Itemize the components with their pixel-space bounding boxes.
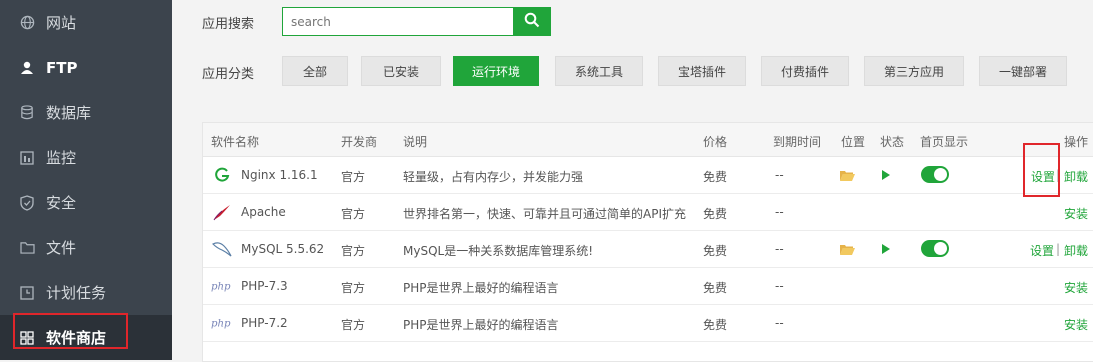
category-one-click-deploy[interactable]: 一键部署 bbox=[979, 56, 1067, 86]
sidebar-item-security[interactable]: 安全 bbox=[0, 180, 172, 225]
sidebar-item-label: 文件 bbox=[46, 239, 77, 257]
table-row: php PHP-7.2 官方 PHP是世界上最好的编程语言 免费 -- 安装 bbox=[203, 305, 1093, 342]
category-all[interactable]: 全部 bbox=[282, 56, 348, 86]
category-runtime[interactable]: 运行环境 bbox=[453, 56, 539, 86]
separator: | bbox=[1056, 242, 1061, 256]
sidebar-item-database[interactable]: 数据库 bbox=[0, 90, 172, 135]
table-row: php PHP-7.3 官方 PHP是世界上最好的编程语言 免费 -- 安装 bbox=[203, 268, 1093, 305]
software-description: PHP是世界上最好的编程语言 bbox=[403, 318, 559, 332]
php-icon: php bbox=[211, 276, 233, 296]
header-expire: 到期时间 bbox=[773, 135, 822, 149]
php-icon: php bbox=[211, 313, 233, 333]
category-installed[interactable]: 已安装 bbox=[361, 56, 441, 86]
search-input[interactable] bbox=[282, 7, 514, 36]
software-table: 软件名称 开发商 说明 价格 到期时间 位置 状态 首页显示 操作 Nginx … bbox=[202, 122, 1093, 362]
software-price: 免费 bbox=[703, 170, 728, 184]
software-price: 免费 bbox=[703, 318, 728, 332]
globe-icon bbox=[19, 15, 35, 31]
software-price: 免费 bbox=[703, 207, 728, 221]
software-description: MySQL是一种关系数据库管理系统! bbox=[403, 244, 594, 258]
svg-text:php: php bbox=[211, 281, 231, 292]
homepage-toggle[interactable] bbox=[921, 166, 949, 183]
software-name: MySQL 5.5.62 bbox=[241, 242, 325, 256]
software-name: PHP-7.2 bbox=[241, 316, 288, 330]
software-expire: -- bbox=[775, 205, 784, 219]
software-price: 免费 bbox=[703, 281, 728, 295]
sidebar-item-label: FTP bbox=[46, 58, 78, 77]
software-name: PHP-7.3 bbox=[241, 279, 288, 293]
homepage-toggle[interactable] bbox=[921, 240, 949, 257]
software-expire: -- bbox=[775, 242, 784, 256]
svg-text:php: php bbox=[211, 318, 231, 329]
software-vendor: 官方 bbox=[341, 281, 366, 295]
table-row: MySQL 5.5.62 官方 MySQL是一种关系数据库管理系统! 免费 --… bbox=[203, 231, 1093, 268]
table-row: Nginx 1.16.1 官方 轻量级，占有内存少，并发能力强 免费 -- 设置… bbox=[203, 157, 1093, 194]
header-status: 状态 bbox=[880, 135, 905, 149]
header-name: 软件名称 bbox=[211, 135, 260, 149]
shield-icon bbox=[19, 194, 35, 211]
search-label: 应用搜索 bbox=[202, 17, 255, 32]
software-vendor: 官方 bbox=[341, 170, 366, 184]
header-vendor: 开发商 bbox=[341, 135, 378, 149]
main-content: 应用搜索 应用分类 全部 已安装 运行环境 系统工具 宝塔插件 付费插件 第三方… bbox=[172, 0, 1093, 362]
software-description: 轻量级，占有内存少，并发能力强 bbox=[403, 170, 584, 184]
search-icon bbox=[524, 12, 540, 31]
software-description: PHP是世界上最好的编程语言 bbox=[403, 281, 559, 295]
mysql-dolphin-icon bbox=[211, 239, 233, 259]
sidebar-item-label: 网站 bbox=[46, 14, 77, 32]
sidebar: 网站 FTP 数据库 监控 安全 文件 计划任务 软件商店 bbox=[0, 0, 172, 360]
search-button[interactable] bbox=[513, 7, 551, 36]
category-third-party[interactable]: 第三方应用 bbox=[864, 56, 964, 86]
sidebar-item-files[interactable]: 文件 bbox=[0, 225, 172, 270]
category-paid-plugins[interactable]: 付费插件 bbox=[761, 56, 849, 86]
software-vendor: 官方 bbox=[341, 244, 366, 258]
software-name: Nginx 1.16.1 bbox=[241, 168, 318, 182]
table-header: 软件名称 开发商 说明 价格 到期时间 位置 状态 首页显示 操作 bbox=[203, 123, 1093, 157]
header-actions: 操作 bbox=[1064, 135, 1089, 149]
play-icon[interactable] bbox=[882, 170, 890, 180]
software-expire: -- bbox=[775, 316, 784, 330]
sidebar-item-label: 安全 bbox=[46, 194, 77, 212]
software-price: 免费 bbox=[703, 244, 728, 258]
highlight-box-settings bbox=[1023, 143, 1060, 197]
clock-icon bbox=[19, 285, 35, 301]
nginx-icon bbox=[211, 165, 233, 185]
install-link[interactable]: 安装 bbox=[1064, 316, 1088, 333]
folder-open-icon[interactable] bbox=[840, 244, 855, 255]
install-link[interactable]: 安装 bbox=[1064, 205, 1088, 222]
database-icon bbox=[19, 105, 35, 121]
folder-icon bbox=[19, 240, 35, 256]
sidebar-item-label: 计划任务 bbox=[46, 284, 107, 302]
install-link[interactable]: 安装 bbox=[1064, 279, 1088, 296]
category-bt-plugins[interactable]: 宝塔插件 bbox=[658, 56, 746, 86]
play-icon[interactable] bbox=[882, 244, 890, 254]
highlight-box-app-store bbox=[13, 313, 128, 349]
uninstall-link[interactable]: 卸载 bbox=[1064, 242, 1088, 259]
apache-feather-icon bbox=[211, 202, 233, 222]
table-row: Apache 官方 世界排名第一，快速、可靠并且可通过简单的API扩充 免费 -… bbox=[203, 194, 1093, 231]
sidebar-item-monitor[interactable]: 监控 bbox=[0, 135, 172, 180]
header-description: 说明 bbox=[403, 135, 428, 149]
sidebar-item-website[interactable]: 网站 bbox=[0, 0, 172, 45]
monitor-icon bbox=[19, 150, 35, 166]
category-label: 应用分类 bbox=[202, 67, 255, 82]
software-name: Apache bbox=[241, 205, 286, 219]
header-location: 位置 bbox=[841, 135, 866, 149]
sidebar-item-label: 监控 bbox=[46, 149, 77, 167]
sidebar-item-ftp[interactable]: FTP bbox=[0, 45, 172, 90]
sidebar-item-cron[interactable]: 计划任务 bbox=[0, 270, 172, 315]
sidebar-item-label: 数据库 bbox=[46, 104, 92, 122]
uninstall-link[interactable]: 卸载 bbox=[1064, 168, 1088, 185]
header-price: 价格 bbox=[703, 135, 728, 149]
settings-link[interactable]: 设置 bbox=[1030, 242, 1054, 259]
software-description: 世界排名第一，快速、可靠并且可通过简单的API扩充 bbox=[403, 207, 686, 221]
header-homepage: 首页显示 bbox=[920, 135, 969, 149]
software-vendor: 官方 bbox=[341, 318, 366, 332]
category-system-tools[interactable]: 系统工具 bbox=[555, 56, 643, 86]
user-icon bbox=[19, 60, 35, 76]
folder-open-icon[interactable] bbox=[840, 170, 855, 181]
software-vendor: 官方 bbox=[341, 207, 366, 221]
software-expire: -- bbox=[775, 168, 784, 182]
software-expire: -- bbox=[775, 279, 784, 293]
